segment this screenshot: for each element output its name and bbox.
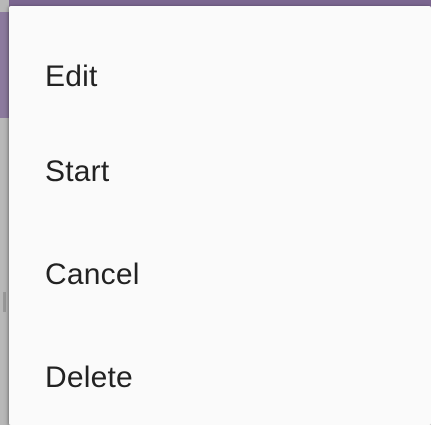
menu-item-label: Start bbox=[45, 154, 110, 188]
menu-item-label: Delete bbox=[45, 360, 133, 394]
menu-item-delete[interactable]: Delete bbox=[9, 326, 431, 425]
menu-item-label: Cancel bbox=[45, 257, 140, 291]
popup-menu: Edit Start Cancel Delete bbox=[9, 6, 431, 425]
background-list-marker bbox=[3, 292, 6, 312]
menu-item-edit[interactable]: Edit bbox=[9, 16, 431, 120]
menu-item-cancel[interactable]: Cancel bbox=[9, 223, 431, 326]
screen: Edit Start Cancel Delete bbox=[0, 0, 431, 425]
menu-item-start[interactable]: Start bbox=[9, 120, 431, 223]
background-list-accent bbox=[0, 12, 9, 118]
menu-item-label: Edit bbox=[45, 60, 98, 93]
